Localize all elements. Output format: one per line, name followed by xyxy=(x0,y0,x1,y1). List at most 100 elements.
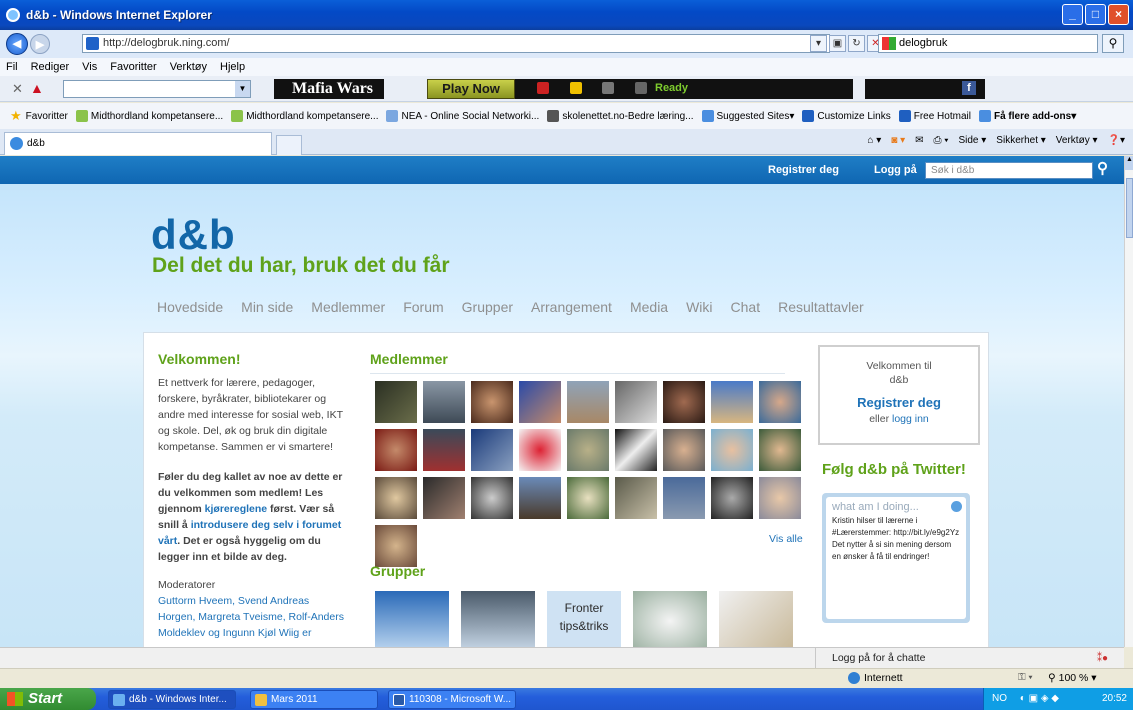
home-icon[interactable]: ⌂ ▾ xyxy=(867,135,881,146)
member-avatar[interactable] xyxy=(759,381,801,423)
fav-item[interactable]: Free Hotmail xyxy=(898,110,971,122)
close-toolbar-icon[interactable]: ✕ xyxy=(12,81,23,97)
nav-leaderboards[interactable]: Resultattavler xyxy=(778,299,864,315)
search-input[interactable]: delogbruk xyxy=(878,34,1098,53)
print-icon[interactable]: ⎙ ▾ xyxy=(933,135,948,146)
group-thumbnail[interactable] xyxy=(461,591,535,647)
member-avatar[interactable] xyxy=(711,381,753,423)
search-icon[interactable]: ⚲ xyxy=(1102,34,1124,53)
menu-file[interactable]: Fil xyxy=(6,61,18,73)
nav-chat[interactable]: Chat xyxy=(731,299,761,315)
member-avatar[interactable] xyxy=(711,429,753,471)
member-avatar[interactable] xyxy=(375,429,417,471)
menu-edit[interactable]: Rediger xyxy=(31,61,70,73)
member-avatar[interactable] xyxy=(663,381,705,423)
chat-login-link[interactable]: Logg på for å chatte xyxy=(832,652,925,664)
star-icon[interactable]: ★ xyxy=(10,108,22,124)
taskbar-item-folder[interactable]: Mars 2011 xyxy=(250,690,378,709)
member-avatar[interactable] xyxy=(711,477,753,519)
menu-view[interactable]: Vis xyxy=(82,61,97,73)
cmd-tools[interactable]: Verktøy ▾ xyxy=(1056,135,1098,146)
new-tab-button[interactable] xyxy=(276,135,302,155)
member-avatar[interactable] xyxy=(567,429,609,471)
feeds-icon[interactable]: ◙ ▾ xyxy=(891,135,905,146)
favorites-button[interactable]: Favoritter xyxy=(26,111,68,122)
menu-help[interactable]: Hjelp xyxy=(220,61,245,73)
site-logo[interactable]: d&b xyxy=(151,211,236,259)
member-avatar[interactable] xyxy=(615,429,657,471)
member-avatar[interactable] xyxy=(759,429,801,471)
groups-heading[interactable]: Grupper xyxy=(370,563,425,579)
member-avatar[interactable] xyxy=(615,477,657,519)
member-avatar[interactable] xyxy=(423,381,465,423)
minimize-button[interactable]: _ xyxy=(1062,4,1083,25)
zoom-level[interactable]: ⚲ 100 % ▾ xyxy=(1048,672,1097,684)
fav-item[interactable]: Midthordland kompetansere... xyxy=(231,110,378,122)
member-avatar[interactable] xyxy=(567,477,609,519)
member-avatar[interactable] xyxy=(423,429,465,471)
taskbar-item-word[interactable]: 110308 - Microsoft W... xyxy=(388,690,516,709)
protected-mode-icon[interactable]: ⚿ ▾ xyxy=(1018,672,1033,683)
signup-login-link[interactable]: logg inn xyxy=(892,413,929,425)
close-button[interactable]: × xyxy=(1108,4,1129,25)
fav-item[interactable]: skolenettet.no-Bedre læring... xyxy=(547,110,694,122)
cmd-safety[interactable]: Sikkerhet ▾ xyxy=(996,135,1046,146)
mafia-wars-button[interactable]: Mafia Wars xyxy=(274,79,384,99)
nav-forum[interactable]: Forum xyxy=(403,299,443,315)
member-avatar[interactable] xyxy=(471,381,513,423)
nav-events[interactable]: Arrangement xyxy=(531,299,612,315)
signup-register-link[interactable]: Registrer deg xyxy=(820,395,978,410)
nav-home[interactable]: Hovedside xyxy=(157,299,223,315)
member-avatar[interactable] xyxy=(375,477,417,519)
nav-wiki[interactable]: Wiki xyxy=(686,299,712,315)
members-heading[interactable]: Medlemmer xyxy=(370,351,810,367)
member-avatar[interactable] xyxy=(615,381,657,423)
nav-members[interactable]: Medlemmer xyxy=(311,299,385,315)
address-field[interactable]: http://delogbruk.ning.com/ xyxy=(82,34,830,53)
scroll-thumb[interactable] xyxy=(1126,178,1133,238)
fav-item[interactable]: NEA - Online Social Networki... xyxy=(386,110,539,122)
start-button[interactable]: Start xyxy=(0,688,96,710)
member-avatar[interactable] xyxy=(663,429,705,471)
group-thumbnail[interactable] xyxy=(719,591,793,647)
rules-link[interactable]: kjørereglene xyxy=(205,503,267,515)
group-thumbnail[interactable] xyxy=(633,591,707,647)
dropdown-icon[interactable]: ▾ xyxy=(810,35,827,52)
maximize-button[interactable]: □ xyxy=(1085,4,1106,25)
group-thumbnail[interactable] xyxy=(375,591,449,647)
help-icon[interactable]: ❓▾ xyxy=(1108,135,1125,146)
info-icon[interactable] xyxy=(951,501,962,512)
member-avatar[interactable] xyxy=(663,477,705,519)
language-indicator[interactable]: NO xyxy=(992,693,1007,704)
vertical-scrollbar[interactable]: ▲ xyxy=(1124,156,1133,647)
member-avatar[interactable] xyxy=(375,525,417,567)
member-avatar[interactable] xyxy=(471,477,513,519)
fav-item[interactable]: Customize Links xyxy=(802,110,891,122)
tab-active[interactable]: d&b xyxy=(4,132,272,155)
nav-media[interactable]: Media xyxy=(630,299,668,315)
member-avatar[interactable] xyxy=(519,429,561,471)
menu-favorites[interactable]: Favoritter xyxy=(110,61,156,73)
nav-my-page[interactable]: Min side xyxy=(241,299,293,315)
tray-icons[interactable]: ◐ ▣ ◈ ◆ xyxy=(1020,693,1059,704)
mail-icon[interactable]: ✉ xyxy=(915,135,923,146)
group-thumbnail-fronter[interactable]: Fronter tips&triks xyxy=(547,591,621,647)
facebook-icon[interactable]: f xyxy=(962,81,976,95)
member-avatar[interactable] xyxy=(759,477,801,519)
member-avatar[interactable] xyxy=(375,381,417,423)
site-search-input[interactable]: Søk i d&b xyxy=(925,162,1093,179)
search-icon[interactable]: ⚲ xyxy=(1097,159,1108,177)
member-avatar[interactable] xyxy=(471,429,513,471)
member-avatar[interactable] xyxy=(519,381,561,423)
nav-groups[interactable]: Grupper xyxy=(462,299,513,315)
toolbar-combo[interactable]: ▼ xyxy=(63,80,251,98)
fav-item[interactable]: Midthordland kompetansere... xyxy=(75,110,223,122)
forward-button[interactable]: ▶ xyxy=(30,34,50,54)
scroll-up-icon[interactable]: ▲ xyxy=(1125,156,1133,170)
back-button[interactable]: ◀ xyxy=(6,33,28,55)
login-link[interactable]: Logg på xyxy=(874,164,917,176)
chat-icon[interactable]: ⁑● xyxy=(1097,653,1111,664)
member-avatar[interactable] xyxy=(423,477,465,519)
menu-tools[interactable]: Verktøy xyxy=(170,61,207,73)
compat-icon[interactable]: ▣ xyxy=(829,35,846,52)
